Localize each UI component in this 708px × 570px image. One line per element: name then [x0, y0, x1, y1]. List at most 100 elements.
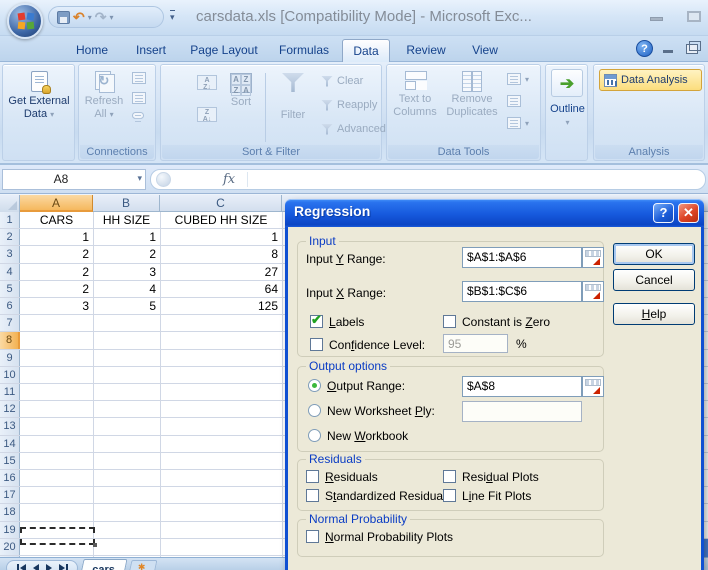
new-worksheet-label[interactable]: New Worksheet Ply: — [327, 404, 435, 418]
data-analysis-button[interactable]: Data Analysis — [599, 69, 702, 91]
undo-icon[interactable]: ↶ — [73, 10, 85, 24]
edit-links-icon[interactable] — [132, 92, 146, 104]
column-header-c[interactable]: C — [160, 195, 282, 212]
sort-descending-icon[interactable]: ZA↓ — [197, 107, 217, 122]
row-header-15[interactable]: 15 — [0, 453, 20, 469]
redo-icon[interactable]: ↷ — [95, 10, 107, 24]
save-icon[interactable] — [57, 11, 70, 24]
constant-zero-checkbox[interactable] — [443, 315, 456, 328]
maximize-button[interactable] — [687, 11, 701, 22]
new-workbook-radio[interactable] — [308, 429, 321, 442]
help-icon[interactable]: ? — [636, 40, 653, 57]
line-fit-plots-label[interactable]: Line Fit Plots — [462, 489, 531, 503]
data-tools-group-label[interactable]: Data Tools — [388, 145, 539, 159]
cell[interactable]: 2 — [20, 246, 93, 262]
row-header-11[interactable]: 11 — [0, 384, 20, 400]
row-header-5[interactable]: 5 — [0, 281, 20, 297]
name-box[interactable]: A8 ▾ — [2, 169, 146, 190]
formula-bar-handle[interactable] — [156, 172, 171, 187]
sort-ascending-icon[interactable]: AZ↓ — [197, 75, 217, 90]
previous-sheet-icon[interactable] — [33, 564, 39, 570]
tab-page-layout[interactable]: Page Layout — [182, 39, 266, 62]
dialog-title-bar[interactable]: Regression ? ✕ — [285, 199, 704, 227]
clear-button[interactable]: Clear — [321, 75, 363, 87]
output-range-label[interactable]: Output Range: — [327, 379, 405, 393]
new-worksheet-field[interactable] — [462, 401, 582, 422]
normal-probability-plots-checkbox[interactable] — [306, 530, 319, 543]
row-header-18[interactable]: 18 — [0, 504, 20, 520]
ribbon-minimize-icon[interactable] — [663, 50, 673, 53]
tab-data[interactable]: Data — [342, 39, 390, 62]
reapply-button[interactable]: Reapply — [321, 99, 377, 111]
new-workbook-label[interactable]: New Workbook — [327, 429, 408, 443]
output-range-picker-icon[interactable] — [582, 376, 604, 397]
chevron-down-icon[interactable]: ▾ — [525, 119, 529, 128]
first-sheet-icon[interactable] — [17, 564, 26, 570]
select-all-button[interactable] — [0, 195, 20, 212]
row-header-10[interactable]: 10 — [0, 367, 20, 383]
name-box-dropdown-icon[interactable]: ▾ — [137, 173, 142, 184]
last-sheet-icon[interactable] — [59, 564, 68, 570]
confidence-level-checkbox[interactable] — [310, 338, 323, 351]
advanced-button[interactable]: Advanced — [321, 123, 386, 135]
insert-worksheet-tab[interactable]: ✱ — [129, 560, 158, 570]
sort-button[interactable]: AZZA Sort — [223, 73, 259, 109]
tab-view[interactable]: View — [462, 39, 508, 62]
normal-probability-plots-label[interactable]: Normal Probability Plots — [325, 530, 453, 544]
cell[interactable]: 8 — [160, 246, 282, 262]
cell[interactable]: CUBED HH SIZE — [160, 212, 282, 228]
standardized-residuals-label[interactable]: Standardized Residuals — [325, 489, 452, 503]
ok-button[interactable]: OK — [613, 243, 695, 265]
constant-zero-label[interactable]: Constant is Zero — [462, 315, 550, 329]
input-x-range-field[interactable]: $B$1:$C$6 — [462, 281, 582, 302]
cell[interactable]: 27 — [160, 264, 282, 280]
link-icon[interactable] — [132, 112, 144, 119]
labels-label[interactable]: Labels — [329, 315, 364, 329]
row-header-9[interactable]: 9 — [0, 350, 20, 366]
column-header-b[interactable]: B — [93, 195, 160, 212]
row-header-19[interactable]: 19 — [0, 522, 20, 538]
row-header-3[interactable]: 3 — [0, 246, 20, 262]
labels-checkbox[interactable]: ✔ — [310, 315, 323, 328]
row-header-14[interactable]: 14 — [0, 436, 20, 452]
residuals-checkbox[interactable] — [306, 470, 319, 483]
line-fit-plots-checkbox[interactable] — [443, 489, 456, 502]
row-header-12[interactable]: 12 — [0, 401, 20, 417]
cell[interactable]: 2 — [20, 264, 93, 280]
get-external-data-button[interactable]: Get External Data ▾ — [7, 71, 71, 121]
cell[interactable]: 1 — [160, 229, 282, 245]
cell[interactable]: 3 — [93, 264, 160, 280]
row-header-8[interactable]: 8 — [0, 332, 20, 348]
ribbon-restore-icon[interactable] — [686, 44, 698, 54]
undo-dropdown-icon[interactable]: ▾ — [88, 13, 92, 22]
connections-group-label[interactable]: Connections — [80, 145, 154, 159]
new-worksheet-radio[interactable] — [308, 404, 321, 417]
outline-label[interactable]: Outline ▾ — [546, 103, 589, 129]
residuals-label[interactable]: Residuals — [325, 470, 378, 484]
tab-insert[interactable]: Insert — [126, 39, 176, 62]
tab-home[interactable]: Home — [66, 39, 118, 62]
tab-review[interactable]: Review — [398, 39, 454, 62]
x-range-picker-icon[interactable] — [582, 281, 604, 302]
what-if-analysis-icon[interactable] — [507, 117, 521, 129]
cell[interactable]: 1 — [20, 229, 93, 245]
row-header-4[interactable]: 4 — [0, 264, 20, 280]
chevron-down-icon[interactable]: ▾ — [525, 75, 529, 84]
cell[interactable]: HH SIZE — [93, 212, 160, 228]
dialog-close-icon[interactable]: ✕ — [678, 203, 699, 223]
residual-plots-checkbox[interactable] — [443, 470, 456, 483]
row-header-6[interactable]: 6 — [0, 298, 20, 314]
row-header-16[interactable]: 16 — [0, 470, 20, 486]
data-validation-icon[interactable] — [507, 73, 521, 85]
minimize-button[interactable] — [650, 17, 663, 21]
selected-cell-a8[interactable] — [20, 527, 95, 545]
insert-function-icon[interactable]: fx — [223, 172, 235, 187]
standardized-residuals-checkbox[interactable] — [306, 489, 319, 502]
cell[interactable]: 4 — [93, 281, 160, 297]
column-header-a[interactable]: A — [20, 195, 93, 212]
text-to-columns-button[interactable]: ↓ Text to Columns — [391, 71, 439, 119]
row-header-17[interactable]: 17 — [0, 487, 20, 503]
dialog-help-button[interactable]: ? — [653, 203, 674, 223]
row-header-13[interactable]: 13 — [0, 418, 20, 434]
help-button[interactable]: Help — [613, 303, 695, 325]
